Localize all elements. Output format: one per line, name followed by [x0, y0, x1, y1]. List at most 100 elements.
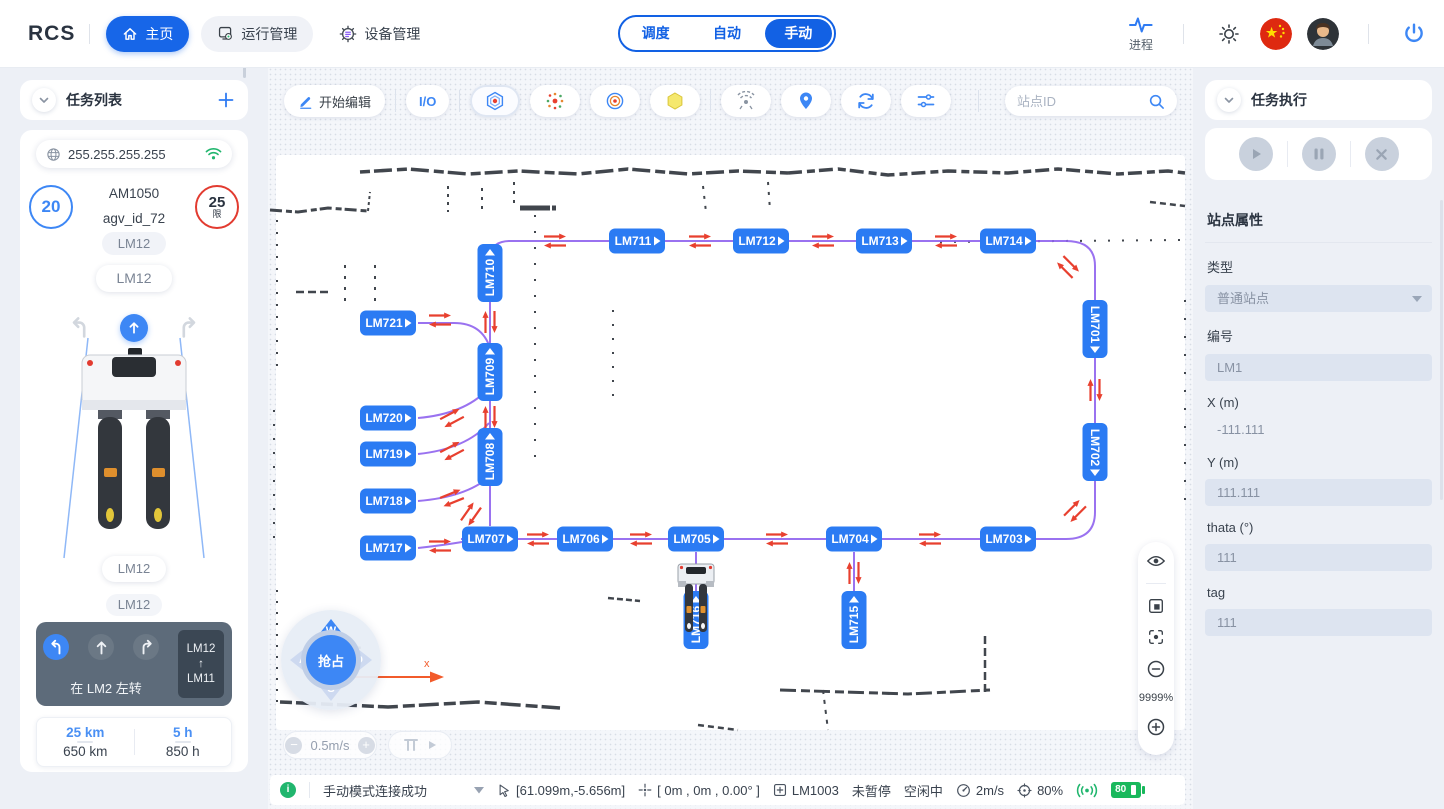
map-station-LM702[interactable]: LM702 [1083, 423, 1108, 481]
pointcloud-layer-button[interactable] [530, 85, 580, 117]
refresh-button[interactable] [841, 85, 891, 117]
turn-right-button[interactable] [133, 634, 159, 660]
dropdown-caret-icon[interactable] [474, 787, 484, 794]
power-button[interactable] [1398, 18, 1430, 50]
field-input[interactable]: 111 [1205, 609, 1432, 636]
map-station-LM715[interactable]: LM715 [842, 591, 867, 649]
nav-home[interactable]: 主页 [106, 16, 189, 52]
map-station-LM710[interactable]: LM710 [478, 244, 503, 302]
map-station-LM705[interactable]: LM705 [668, 527, 724, 552]
process-button[interactable]: 进程 [1128, 15, 1154, 53]
map-station-LM721[interactable]: LM721 [360, 311, 416, 336]
field-select[interactable]: 普通站点 [1205, 285, 1432, 312]
radar-icon [735, 90, 757, 112]
target-rings-icon [604, 90, 626, 112]
map-station-LM719[interactable]: LM719 [360, 442, 416, 467]
language-flag-button[interactable] [1260, 18, 1292, 50]
map-station-LM709[interactable]: LM709 [478, 343, 503, 401]
china-flag-icon [1260, 18, 1292, 50]
map-station-LM703[interactable]: LM703 [980, 527, 1036, 552]
speed-limit-badge: 25 限 [195, 185, 239, 229]
task-cancel-button[interactable] [1365, 137, 1399, 171]
battery-indicator: 80 [1111, 782, 1141, 798]
divider [978, 90, 979, 112]
map-station-LM717[interactable]: LM717 [360, 536, 416, 561]
task-pause-button[interactable] [1302, 137, 1336, 171]
mode-tab[interactable]: 手动 [765, 19, 832, 48]
lidar-button[interactable] [721, 85, 771, 117]
localization-icon [1017, 783, 1032, 798]
nav-operations[interactable]: 运行管理 [201, 16, 313, 52]
locate-button[interactable] [781, 85, 831, 117]
map-station-LM714[interactable]: LM714 [980, 229, 1036, 254]
minimap-icon[interactable] [1147, 597, 1165, 615]
divider [89, 24, 90, 44]
field-input[interactable]: LM1 [1205, 354, 1432, 381]
vehicle-card: 255.255.255.255 20 AM1050 agv_id_72 25 限… [20, 130, 248, 772]
user-avatar[interactable] [1307, 18, 1339, 50]
vehicle-ip: 255.255.255.255 [68, 147, 166, 162]
caret-down-icon [1412, 296, 1422, 302]
status-bar: i 手动模式连接成功 [61.099m,-5.656m] [ 0m , 0m ,… [270, 775, 1185, 805]
map-station-LM712[interactable]: LM712 [733, 229, 789, 254]
nav-operations-label: 运行管理 [241, 24, 297, 44]
speed-decrease-button[interactable]: − [285, 737, 302, 754]
zoom-out-icon[interactable] [1146, 659, 1166, 679]
mode-tab[interactable]: 调度 [622, 19, 689, 48]
center-focus-icon[interactable] [1147, 628, 1165, 646]
map-station-LM707[interactable]: LM707 [462, 527, 518, 552]
divider [459, 90, 460, 112]
plus-square-icon [773, 783, 787, 797]
svg-text:LM718: LM718 [365, 494, 403, 508]
speed-increase-button[interactable]: + [358, 737, 375, 754]
theme-toggle-button[interactable] [1213, 18, 1245, 50]
map-station-LM704[interactable]: LM704 [826, 527, 882, 552]
seize-control-button[interactable]: 抢占 [301, 630, 361, 690]
map-station-LM711[interactable]: LM711 [609, 229, 665, 254]
pulse-icon [1128, 15, 1154, 35]
collapse-button[interactable] [32, 88, 56, 112]
add-task-button[interactable] [216, 90, 236, 110]
plus-icon [216, 90, 236, 110]
map-area[interactable]: LM710 LM711 LM712 LM713 LM714 LM701 LM702 LM721… [268, 67, 1193, 809]
vehicle-ip-pill[interactable]: 255.255.255.255 [36, 140, 232, 168]
start-edit-button[interactable]: 开始编辑 [284, 85, 385, 117]
area-layer-button[interactable] [650, 85, 700, 117]
map-station-LM718[interactable]: LM718 [360, 489, 416, 514]
map-station-LM708[interactable]: LM708 [478, 428, 503, 486]
stat-bottom-value: 850 h [166, 744, 200, 759]
station-search-input[interactable] [1017, 94, 1148, 109]
play-small-icon [427, 740, 437, 750]
search-icon[interactable] [1148, 93, 1165, 110]
vehicle-agv-id: agv_id_72 [84, 211, 184, 226]
divider [309, 782, 310, 798]
map-station-LM720[interactable]: LM720 [360, 406, 416, 431]
collapse-button[interactable] [1217, 88, 1241, 112]
straight-button[interactable] [88, 634, 114, 660]
mode-tab[interactable]: 自动 [693, 19, 760, 48]
nav-devices[interactable]: 设备管理 [323, 16, 436, 52]
nav-home-label: 主页 [145, 24, 173, 44]
forklift-illustration [20, 310, 248, 560]
app-logo: RCS [28, 22, 75, 46]
target-layer-button[interactable] [590, 85, 640, 117]
map-canvas[interactable]: LM710 LM711 LM712 LM713 LM714 LM701 LM702 LM721… [268, 70, 1193, 809]
turn-left-button[interactable] [43, 634, 69, 660]
right-scrollbar-thumb[interactable] [1440, 200, 1443, 500]
map-station-LM713[interactable]: LM713 [856, 229, 912, 254]
fork-control[interactable] [388, 731, 452, 759]
filter-settings-button[interactable] [901, 85, 951, 117]
map-station-LM701[interactable]: LM701 [1083, 300, 1108, 358]
top-bar: RCS 主页 运行管理 设备管理 调度自动手动 进程 [0, 0, 1444, 67]
map-station-LM706[interactable]: LM706 [557, 527, 613, 552]
gear-icon [339, 25, 357, 43]
field-input[interactable]: 111 [1205, 544, 1432, 571]
station-layer-button[interactable] [470, 85, 520, 117]
task-play-button[interactable] [1239, 137, 1273, 171]
eye-icon[interactable] [1146, 552, 1166, 570]
chevron-down-icon [1223, 94, 1235, 106]
field-input[interactable]: 111.111 [1205, 479, 1432, 506]
cursor-position-value: [61.099m,-5.656m] [516, 783, 625, 798]
io-button[interactable]: I/O [406, 85, 449, 117]
zoom-in-icon[interactable] [1146, 717, 1166, 737]
